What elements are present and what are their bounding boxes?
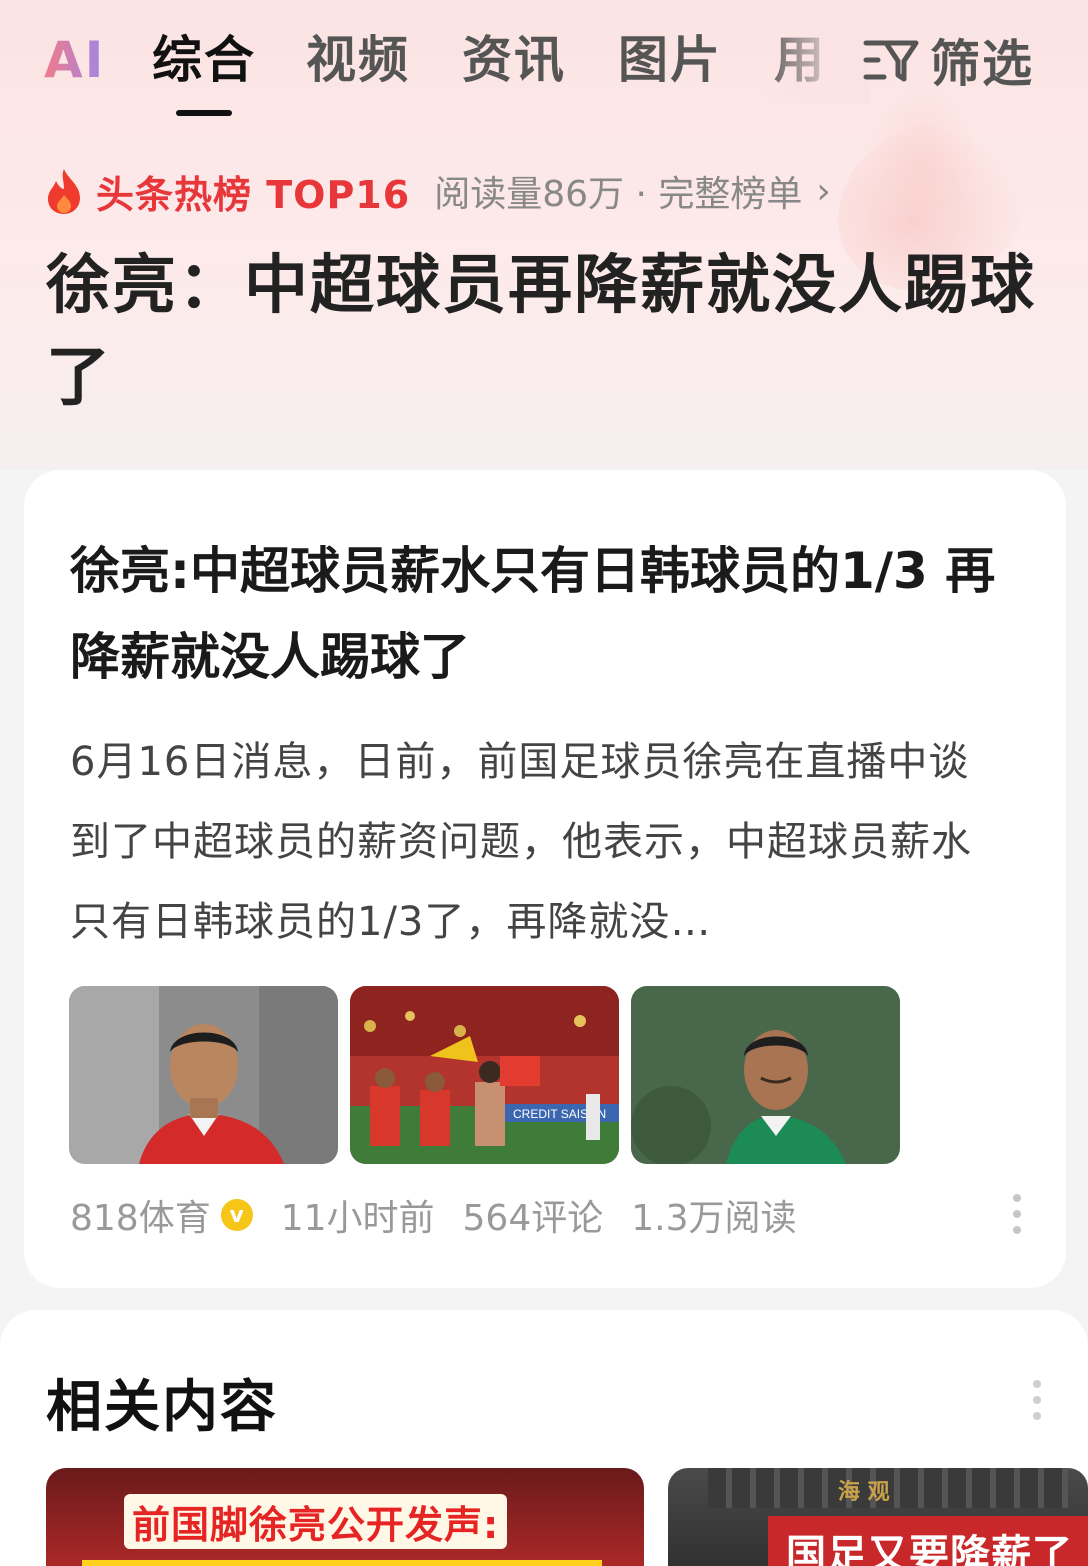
related-title: 相关内容 xyxy=(46,1375,278,1440)
flame-icon xyxy=(48,169,80,214)
related-item[interactable]: 海 观 国足又要降薪了 xyxy=(668,1468,1088,1566)
publish-time: 11小时前 xyxy=(280,1198,435,1239)
related-section: 相关内容 前国脚徐亮公开发声: 海 观 国足又要降薪了 xyxy=(0,1310,1088,1566)
caption-highlight-bar xyxy=(82,1560,602,1566)
thumbnail-player-portrait[interactable] xyxy=(69,986,338,1164)
news-title[interactable]: 徐亮:中超球员薪水只有日韩球员的1/3 再降薪就没人踢球了 xyxy=(70,528,1020,700)
search-tabs: AI 综合 视频 资讯 图片 用 筛选 xyxy=(0,0,1088,130)
related-more-icon[interactable] xyxy=(1032,1380,1042,1420)
filter-icon xyxy=(863,40,919,82)
read-count: 1.3万阅读 xyxy=(631,1198,797,1239)
news-summary: 6月16日消息，日前，前国足球员徐亮在直播中谈到了中超球员的薪资问题，他表示，中… xyxy=(70,739,972,945)
news-card[interactable]: 徐亮:中超球员薪水只有日韩球员的1/3 再降薪就没人踢球了 6月16日消息，日前… xyxy=(24,470,1066,1288)
related-item[interactable]: 前国脚徐亮公开发声: xyxy=(46,1468,644,1566)
hot-list-entry[interactable]: 头条热榜 TOP16 阅读量86万 · 完整榜单 › xyxy=(44,164,831,218)
thumbnail-team-celebration[interactable]: CREDIT SAISON xyxy=(350,986,619,1164)
filter-label: 筛选 xyxy=(930,35,1034,93)
source-name[interactable]: 818体育 xyxy=(70,1189,211,1241)
tab-ai[interactable]: AI xyxy=(44,30,105,90)
tabs-fade-overlay xyxy=(760,24,870,104)
sign-text: 海 观 xyxy=(838,1480,890,1505)
hot-list-meta: 阅读量86万 · 完整榜单 xyxy=(434,174,803,215)
thumbnail-player-grimace[interactable] xyxy=(631,986,900,1164)
verified-badge-icon: v xyxy=(220,1199,253,1231)
hot-list-rank: 头条热榜 TOP16 xyxy=(96,172,411,217)
comment-count: 564评论 xyxy=(462,1198,604,1239)
hot-topic-headline[interactable]: 徐亮：中超球员再降薪就没人踢球了 xyxy=(46,240,1056,424)
related-item-caption: 前国脚徐亮公开发声: xyxy=(124,1494,508,1549)
tab-comprehensive[interactable]: 综合 xyxy=(152,30,256,90)
more-options-icon[interactable] xyxy=(1012,1194,1022,1234)
tab-video[interactable]: 视频 xyxy=(306,30,410,90)
related-item-caption: 国足又要降薪了 xyxy=(768,1516,1088,1566)
news-thumbnails: CREDIT SAISON xyxy=(69,986,900,1164)
news-meta: 818体育 v 11小时前 564评论 1.3万阅读 xyxy=(70,1188,797,1242)
active-tab-indicator xyxy=(176,110,232,116)
filter-button[interactable]: 筛选 xyxy=(862,30,1034,93)
chevron-right-icon: › xyxy=(816,170,831,212)
tab-images[interactable]: 图片 xyxy=(618,30,722,90)
tab-news[interactable]: 资讯 xyxy=(462,30,566,90)
